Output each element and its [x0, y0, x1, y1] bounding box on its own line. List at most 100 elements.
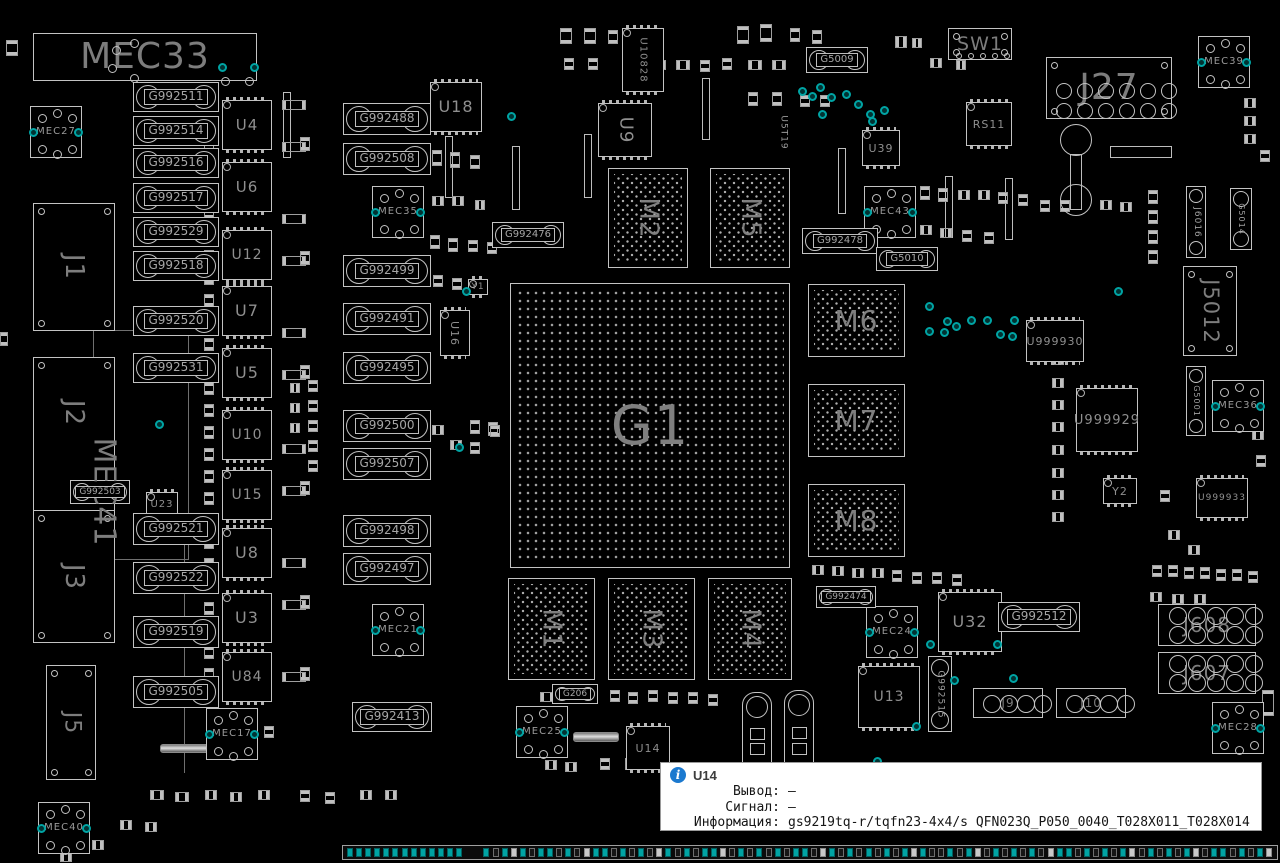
passive-component[interactable] — [952, 574, 962, 586]
passive-component[interactable] — [175, 792, 189, 802]
component-J608[interactable]: J608 — [1158, 604, 1256, 646]
passive-component[interactable] — [560, 28, 572, 44]
passive-component[interactable] — [545, 760, 557, 770]
passive-component[interactable] — [760, 24, 772, 42]
passive-component[interactable] — [912, 38, 922, 48]
passive-component[interactable] — [433, 275, 443, 287]
component-G5001[interactable]: G5001 — [1186, 366, 1206, 436]
component-M1[interactable]: M1 — [508, 578, 595, 680]
passive-component[interactable] — [290, 403, 300, 413]
component-G992476[interactable]: G992476 — [492, 222, 564, 248]
passive-component[interactable] — [938, 188, 948, 202]
component-G992529[interactable]: G992529 — [133, 217, 219, 247]
passive-component[interactable] — [204, 492, 214, 505]
component-G992517[interactable]: G992517 — [133, 183, 219, 213]
component-M3[interactable]: M3 — [608, 578, 695, 680]
component-G992520[interactable]: G992520 — [133, 306, 219, 336]
component-U18[interactable]: U18 — [430, 82, 482, 132]
passive-component[interactable] — [6, 40, 18, 56]
passive-component[interactable] — [1194, 594, 1206, 604]
passive-component[interactable] — [600, 758, 610, 770]
component-G992531[interactable]: G992531 — [133, 353, 219, 383]
passive-component[interactable] — [978, 190, 990, 200]
component-J1[interactable]: J1 — [33, 203, 115, 331]
passive-component[interactable] — [204, 404, 214, 417]
passive-component[interactable] — [0, 332, 8, 346]
passive-component[interactable] — [920, 225, 932, 235]
passive-component[interactable] — [290, 383, 300, 393]
passive-component[interactable] — [300, 137, 310, 151]
component-G992521[interactable]: G992521 — [133, 513, 219, 545]
component-G1[interactable]: G1 — [510, 283, 790, 568]
passive-component[interactable] — [282, 214, 306, 224]
component-MEC25[interactable]: MEC25 — [516, 706, 568, 758]
passive-component[interactable] — [932, 572, 942, 584]
component-M6[interactable]: M6 — [808, 284, 905, 357]
passive-component[interactable] — [300, 595, 310, 609]
passive-component[interactable] — [145, 822, 157, 832]
component-MEC17[interactable]: MEC17 — [206, 708, 258, 760]
passive-component[interactable] — [812, 30, 822, 44]
component-M7[interactable]: M7 — [808, 384, 905, 457]
component-M8[interactable]: M8 — [808, 484, 905, 557]
passive-component[interactable] — [204, 448, 214, 461]
passive-component[interactable] — [628, 692, 638, 704]
component-U6[interactable]: U6 — [222, 162, 272, 212]
passive-component[interactable] — [290, 423, 300, 433]
passive-component[interactable] — [325, 792, 335, 804]
component-G992514[interactable]: G992514 — [133, 116, 219, 146]
passive-component[interactable] — [565, 762, 577, 772]
component-U16[interactable]: U16 — [440, 310, 470, 356]
passive-component[interactable] — [1200, 567, 1210, 579]
passive-component[interactable] — [432, 425, 444, 435]
passive-component[interactable] — [812, 565, 824, 575]
passive-component[interactable] — [430, 235, 440, 249]
passive-component[interactable] — [1216, 569, 1226, 581]
bottom-pad-strip[interactable] — [342, 845, 1278, 860]
passive-component[interactable] — [708, 694, 718, 706]
component-G992413[interactable]: G992413 — [352, 702, 432, 732]
passive-component[interactable] — [204, 426, 214, 439]
component-Y1[interactable]: Y1 — [468, 279, 488, 295]
component-G992491[interactable]: G992491 — [343, 303, 431, 335]
component-U9[interactable]: U9 — [598, 103, 652, 157]
passive-component[interactable] — [722, 58, 732, 70]
passive-component[interactable] — [1150, 592, 1162, 602]
passive-component[interactable] — [450, 152, 460, 168]
passive-component[interactable] — [1168, 565, 1178, 577]
passive-component[interactable] — [1040, 200, 1050, 212]
passive-component[interactable] — [1148, 230, 1158, 244]
passive-component[interactable] — [282, 100, 306, 110]
passive-component[interactable] — [892, 570, 902, 582]
slot-component[interactable] — [702, 78, 710, 140]
passive-component[interactable] — [204, 602, 214, 615]
passive-component[interactable] — [1052, 422, 1064, 432]
component-U999930[interactable]: U999930 — [1026, 320, 1084, 362]
passive-component[interactable] — [962, 230, 972, 242]
passive-component[interactable] — [1052, 445, 1064, 455]
component-G992518[interactable]: G992518 — [133, 251, 219, 281]
passive-component[interactable] — [308, 380, 318, 392]
component-G992498[interactable]: G992498 — [343, 515, 431, 547]
passive-component[interactable] — [1052, 378, 1064, 388]
passive-component[interactable] — [895, 36, 907, 48]
passive-component[interactable] — [150, 790, 164, 800]
passive-component[interactable] — [1052, 512, 1064, 522]
component-U10828[interactable]: U10828 — [622, 28, 664, 92]
passive-component[interactable] — [772, 92, 782, 106]
component-MEC24[interactable]: MEC24 — [866, 606, 918, 658]
passive-component[interactable] — [230, 792, 242, 802]
passive-component[interactable] — [1256, 455, 1266, 467]
component-MEC39[interactable]: MEC39 — [1198, 36, 1250, 88]
passive-component[interactable] — [92, 840, 104, 850]
passive-component[interactable] — [1244, 116, 1256, 126]
component-G5010[interactable]: G5010 — [876, 247, 938, 271]
passive-component[interactable] — [1148, 190, 1158, 204]
component-G5014[interactable]: G5014 — [1230, 188, 1252, 250]
slot-component[interactable] — [838, 148, 846, 214]
component-G992515[interactable]: G992515 — [928, 656, 952, 732]
component-U12[interactable]: U12 — [222, 230, 272, 280]
passive-component[interactable] — [475, 200, 485, 210]
component-MEC35[interactable]: MEC35 — [372, 186, 424, 238]
component-M2[interactable]: M2 — [608, 168, 688, 268]
